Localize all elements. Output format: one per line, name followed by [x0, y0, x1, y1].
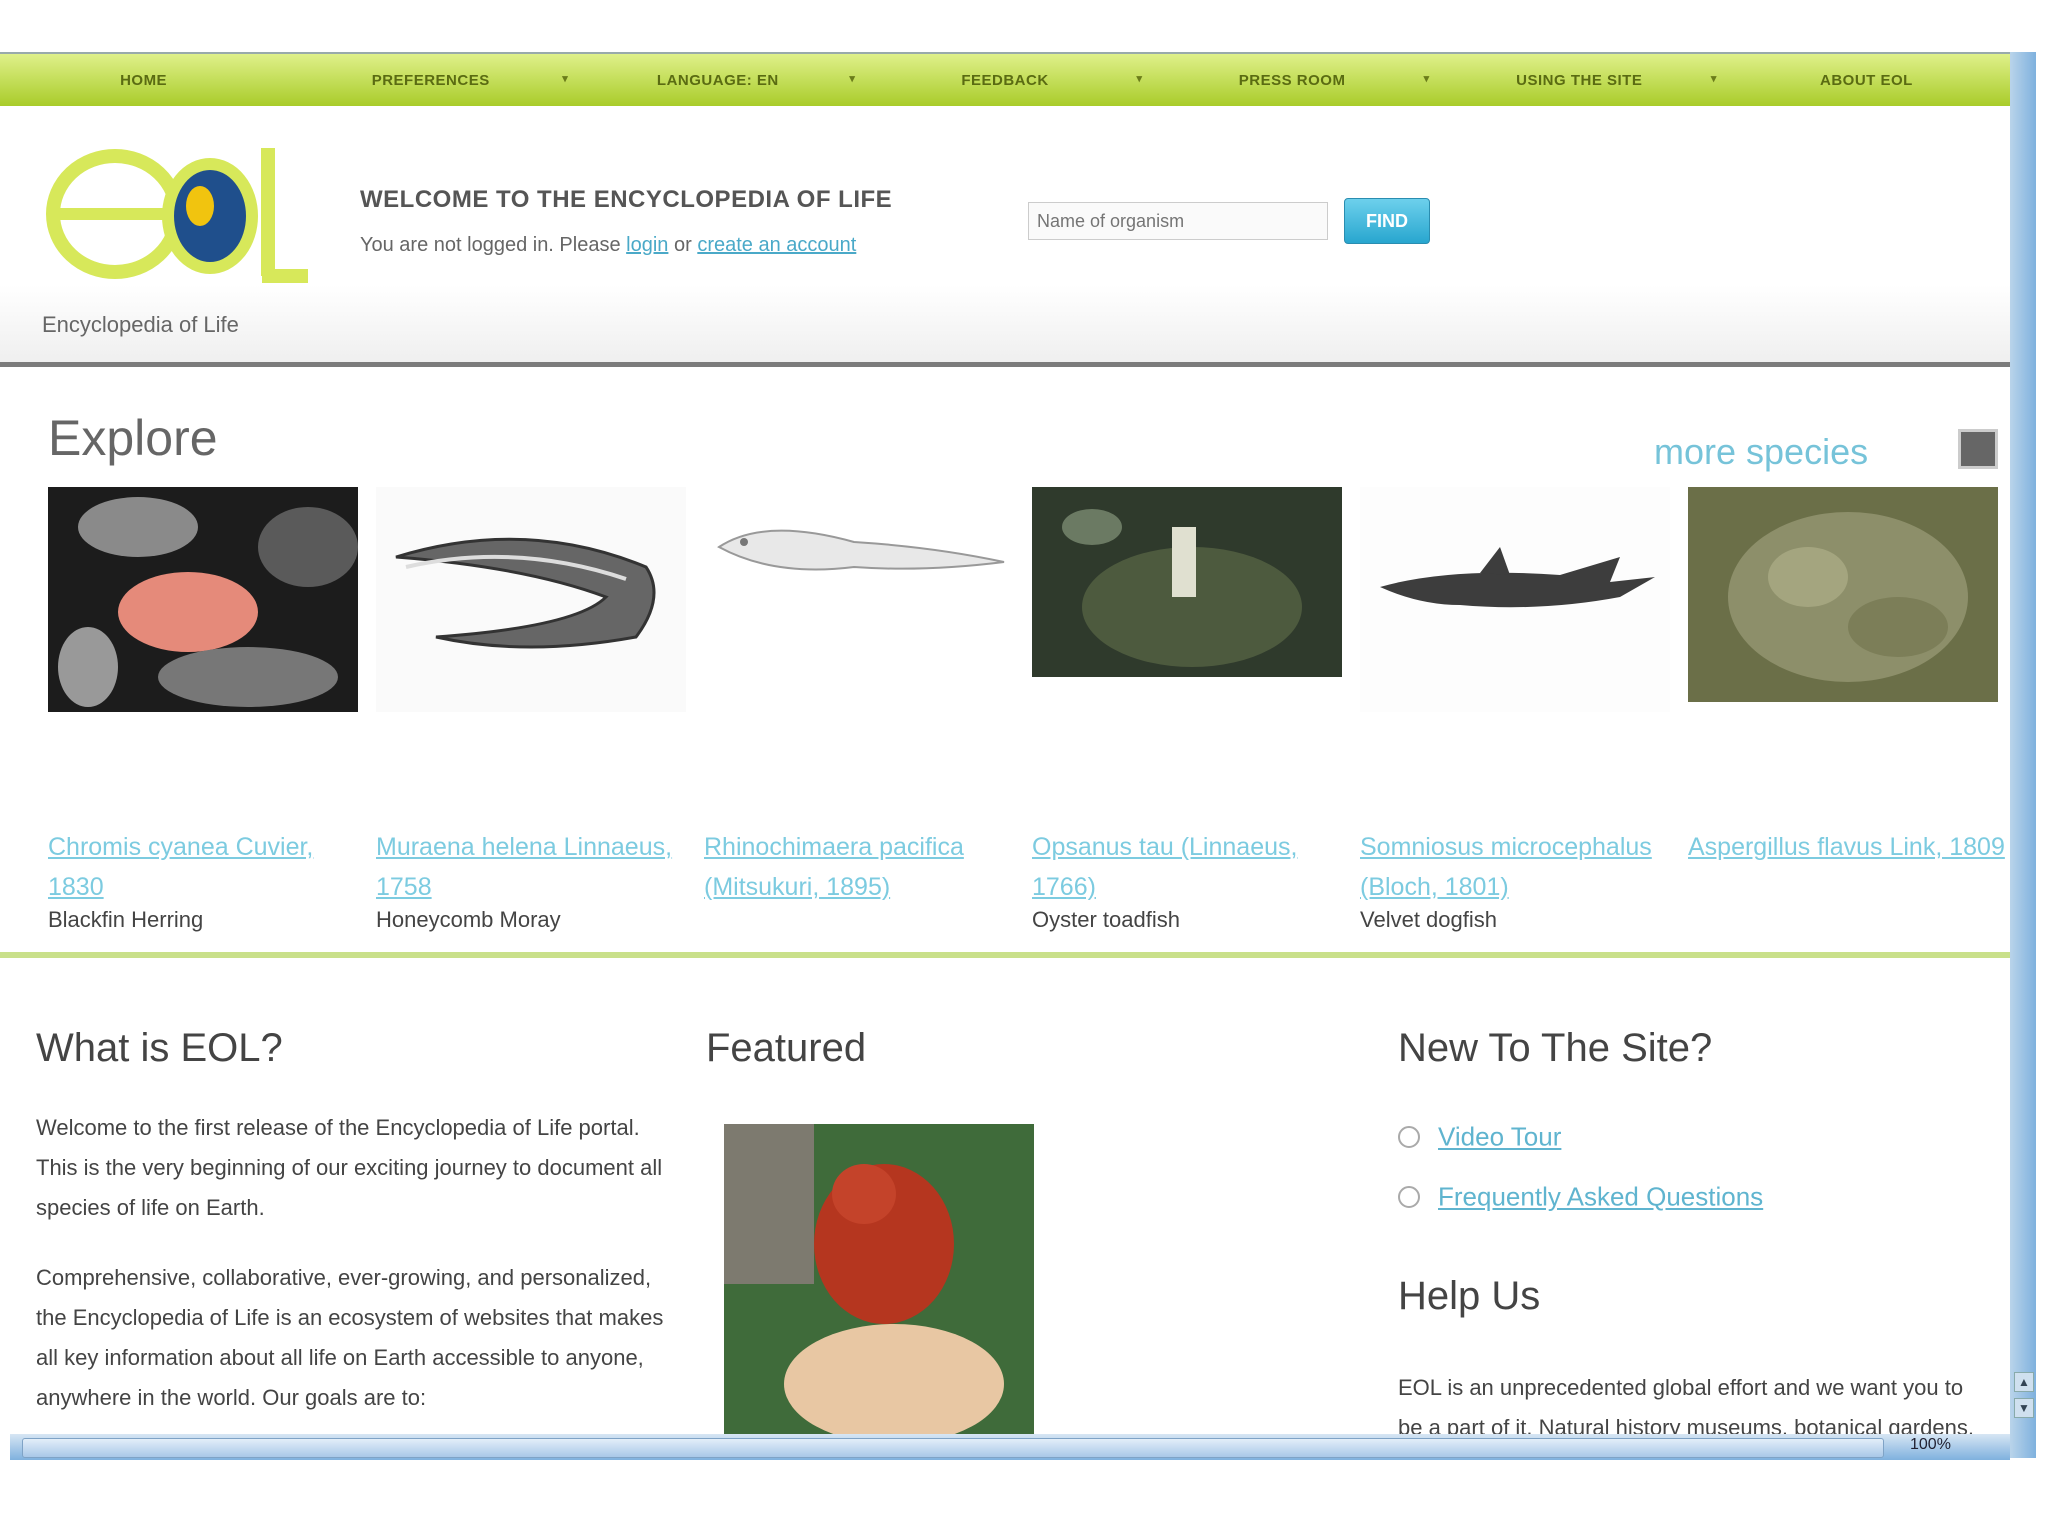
bottom-columns: What is EOL? Welcome to the first releas… [0, 958, 2010, 1460]
create-account-link[interactable]: create an account [697, 234, 856, 256]
nav-home[interactable]: HOME [0, 72, 287, 89]
login-or-text: or [668, 234, 698, 256]
nav-language[interactable]: LANGUAGE: EN ▾ [574, 72, 861, 89]
species-common-name: Blackfin Herring [48, 907, 204, 932]
chevron-down-icon: ▾ [849, 72, 856, 85]
chevron-down-icon: ▾ [562, 72, 569, 85]
species-card[interactable]: Rhinochimaera pacifica (Mitsukuri, 1895) [704, 487, 1024, 947]
horizontal-scrollbar[interactable]: 100% [10, 1434, 2010, 1460]
nav-using-the-site[interactable]: USING THE SITE ▾ [1436, 72, 1723, 89]
faq-link[interactable]: Frequently Asked Questions [1438, 1182, 1763, 1212]
new-to-site-title: New To The Site? [1398, 1026, 1713, 1070]
nav-feedback[interactable]: FEEDBACK ▾ [861, 72, 1148, 89]
video-tour-link[interactable]: Video Tour [1438, 1122, 1561, 1152]
welcome-heading: WELCOME TO THE ENCYCLOPEDIA OF LIFE [360, 186, 893, 213]
bullet-icon [1398, 1186, 1420, 1209]
species-card[interactable]: Chromis cyanea Cuvier, 1830 Blackfin Her… [48, 487, 368, 947]
nav-about-eol[interactable]: ABOUT EOL [1723, 72, 2010, 89]
next-arrow-icon[interactable] [1958, 429, 1998, 469]
find-button[interactable]: FIND [1344, 198, 1430, 244]
browser-viewport: HOME PREFERENCES ▾ LANGUAGE: EN ▾ FEEDBACK… [0, 52, 2010, 1460]
login-prompt: You are not logged in. Please login or c… [360, 234, 856, 257]
site-header: Encyclopedia of Life WELCOME TO THE ENCY… [0, 106, 2010, 367]
what-is-eol-para1: Welcome to the first release of the Ency… [36, 1115, 663, 1220]
species-card[interactable]: Muraena helena Linnaeus, 1758 Honeycomb … [376, 487, 696, 947]
explore-title: Explore [48, 410, 218, 466]
scroll-down-icon[interactable]: ▼ [2014, 1398, 2034, 1418]
zoom-level[interactable]: 100% [1910, 1436, 1951, 1454]
login-prefix-text: You are not logged in. Please [360, 234, 627, 256]
what-is-eol-para2: Comprehensive, collaborative, ever-growi… [36, 1265, 664, 1410]
species-photo[interactable] [1360, 487, 1670, 712]
species-common-name: Oyster toadfish [1032, 907, 1180, 932]
species-card[interactable]: Aspergillus flavus Link, 1809 [1688, 487, 2008, 947]
species-photo[interactable] [376, 487, 686, 712]
species-scientific-name[interactable]: Somniosus microcephalus (Bloch, 1801) [1360, 827, 1678, 907]
chevron-down-icon: ▾ [1136, 72, 1143, 85]
species-scientific-name[interactable]: Chromis cyanea Cuvier, 1830 [48, 827, 366, 907]
species-common-name: Honeycomb Moray [376, 907, 561, 932]
logo-caption: Encyclopedia of Life [42, 312, 239, 337]
help-us-title: Help Us [1398, 1274, 1541, 1318]
faq-row: Frequently Asked Questions [1398, 1180, 1763, 1213]
more-species-link[interactable]: more species [1654, 431, 1868, 473]
explore-section: Explore more species Chromis cyanea Cuvi… [0, 367, 2010, 958]
chevron-down-icon: ▾ [1710, 72, 1717, 85]
featured-photo[interactable] [724, 1124, 1034, 1440]
bullet-icon [1398, 1126, 1420, 1149]
vertical-scrollbar[interactable]: ▲ ▼ [2010, 52, 2036, 1458]
search-input[interactable] [1028, 202, 1328, 240]
species-scientific-name[interactable]: Aspergillus flavus Link, 1809 [1688, 827, 2006, 867]
species-card[interactable]: Opsanus tau (Linnaeus, 1766) Oyster toad… [1032, 487, 1352, 947]
species-card[interactable]: Somniosus microcephalus (Bloch, 1801) Ve… [1360, 487, 1680, 947]
login-link[interactable]: login [626, 234, 668, 256]
species-photo[interactable] [704, 487, 1014, 712]
species-common-name: Velvet dogfish [1360, 907, 1497, 932]
species-photo[interactable] [48, 487, 358, 712]
species-photo[interactable] [1688, 487, 1998, 712]
scroll-up-icon[interactable]: ▲ [2014, 1372, 2034, 1392]
species-scientific-name[interactable]: Rhinochimaera pacifica (Mitsukuri, 1895) [704, 827, 1022, 907]
nav-preferences[interactable]: PREFERENCES ▾ [287, 72, 574, 89]
what-is-eol-title: What is EOL? [36, 1026, 283, 1070]
species-photo[interactable] [1032, 487, 1342, 712]
species-scientific-name[interactable]: Muraena helena Linnaeus, 1758 [376, 827, 694, 907]
nav-press-room[interactable]: PRESS ROOM ▾ [1149, 72, 1436, 89]
eol-logo[interactable] [40, 126, 310, 296]
video-tour-row: Video Tour [1398, 1120, 1561, 1153]
chevron-down-icon: ▾ [1423, 72, 1430, 85]
scrollbar-thumb[interactable] [22, 1438, 1884, 1458]
featured-title: Featured [706, 1026, 867, 1070]
top-navigation: HOME PREFERENCES ▾ LANGUAGE: EN ▾ FEEDBACK… [0, 54, 2010, 106]
species-scientific-name[interactable]: Opsanus tau (Linnaeus, 1766) [1032, 827, 1350, 907]
